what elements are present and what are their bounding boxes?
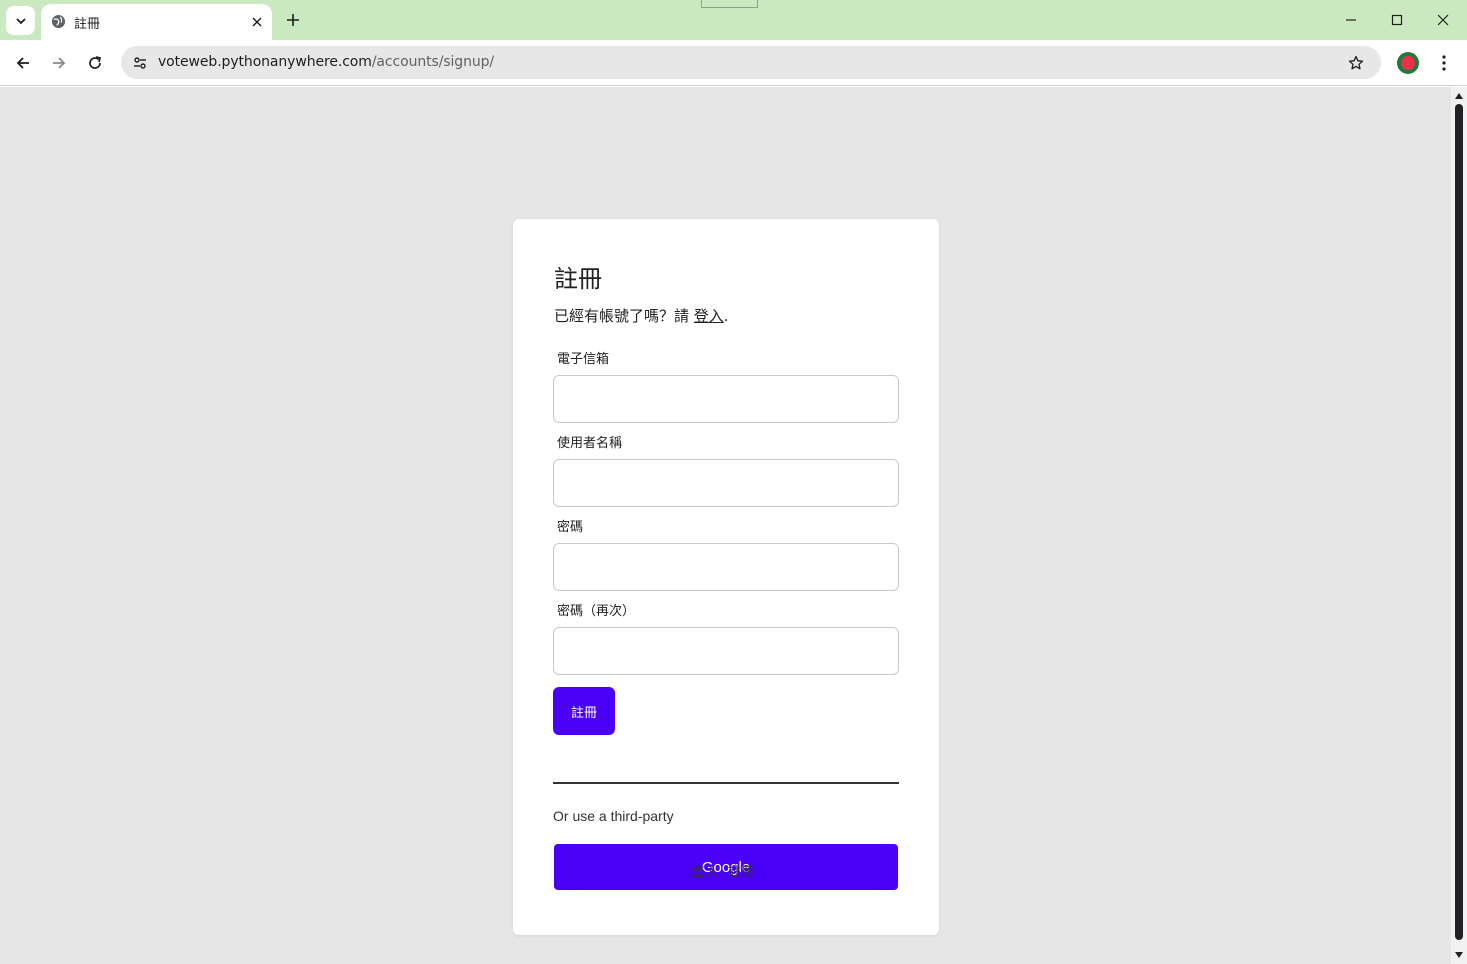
scroll-up-button[interactable]	[1454, 91, 1464, 101]
minimize-icon	[1346, 19, 1356, 21]
page-scrollbar[interactable]	[1451, 87, 1467, 964]
new-tab-button[interactable]	[282, 9, 304, 31]
close-icon	[252, 17, 262, 27]
back-button[interactable]	[8, 48, 38, 78]
forward-button[interactable]	[44, 48, 74, 78]
url-path: /accounts/signup/	[371, 54, 495, 70]
signup-submit-button[interactable]: 註冊	[553, 687, 615, 735]
password-field[interactable]	[553, 543, 899, 591]
maximize-icon	[1391, 14, 1403, 26]
address-bar[interactable]: voteweb.pythonanywhere.com/accounts/sign…	[121, 46, 1381, 79]
browser-tab[interactable]: 註冊	[41, 4, 272, 40]
triangle-down-icon	[1455, 952, 1463, 958]
arrow-left-icon	[16, 57, 29, 69]
section-divider	[553, 782, 899, 784]
triangle-up-icon	[1455, 93, 1463, 99]
footer-login-link[interactable]: 登入	[692, 865, 718, 880]
scrollbar-thumb[interactable]	[1455, 104, 1463, 940]
url-text[interactable]: voteweb.pythonanywhere.com/accounts/sign…	[158, 54, 494, 70]
plus-icon	[287, 14, 299, 26]
window-close-button[interactable]	[1428, 5, 1458, 35]
browser-titlebar: 註冊	[0, 0, 1467, 40]
login-prompt-text: 已經有帳號了嗎？請	[554, 307, 694, 325]
scroll-down-button[interactable]	[1454, 950, 1464, 960]
login-prompt-suffix: .	[723, 307, 729, 325]
arrow-right-icon	[53, 57, 66, 69]
email-label: 電子信箱	[557, 352, 610, 367]
footer-signup-link[interactable]: 註冊	[728, 865, 754, 880]
star-icon	[1348, 55, 1364, 70]
page-title: 註冊	[554, 265, 602, 293]
globe-icon	[51, 14, 66, 29]
browser-toolbar: voteweb.pythonanywhere.com/accounts/sign…	[0, 40, 1467, 86]
minimize-button[interactable]	[1336, 5, 1366, 35]
password-label: 密碼	[557, 520, 584, 535]
maximize-button[interactable]	[1382, 5, 1412, 35]
site-info-button[interactable]	[129, 52, 151, 74]
footer-links: 登入 註冊	[692, 861, 764, 880]
signup-card: 註冊 已經有帳號了嗎？請 登入. 電子信箱 使用者名稱 密碼 密碼（再次） 註冊…	[513, 219, 939, 935]
url-host: voteweb.pythonanywhere.com	[158, 54, 372, 70]
reload-icon	[89, 56, 102, 69]
window-drag-handle[interactable]	[701, 0, 758, 8]
avatar-icon	[1401, 56, 1415, 70]
tab-title: 註冊	[74, 17, 101, 32]
more-vertical-icon	[1442, 55, 1446, 71]
reload-button[interactable]	[80, 48, 110, 78]
username-field[interactable]	[553, 459, 899, 507]
page-viewport: 註冊 已經有帳號了嗎？請 登入. 電子信箱 使用者名稱 密碼 密碼（再次） 註冊…	[0, 87, 1451, 964]
email-field[interactable]	[553, 375, 899, 423]
bookmark-button[interactable]	[1345, 52, 1367, 74]
third-party-text: Or use a third-party	[553, 808, 674, 824]
tab-search-button[interactable]	[6, 6, 35, 35]
tab-close-button[interactable]	[248, 13, 266, 31]
login-prompt: 已經有帳號了嗎？請 登入.	[554, 305, 729, 326]
password-confirm-field[interactable]	[553, 627, 899, 675]
login-link[interactable]: 登入	[694, 307, 724, 325]
tune-icon	[134, 57, 146, 69]
chevron-down-icon	[15, 17, 26, 24]
browser-menu-button[interactable]	[1432, 50, 1456, 76]
username-label: 使用者名稱	[557, 436, 623, 451]
close-icon	[1437, 14, 1449, 26]
profile-avatar[interactable]	[1397, 52, 1419, 74]
password-confirm-label: 密碼（再次）	[557, 604, 636, 619]
